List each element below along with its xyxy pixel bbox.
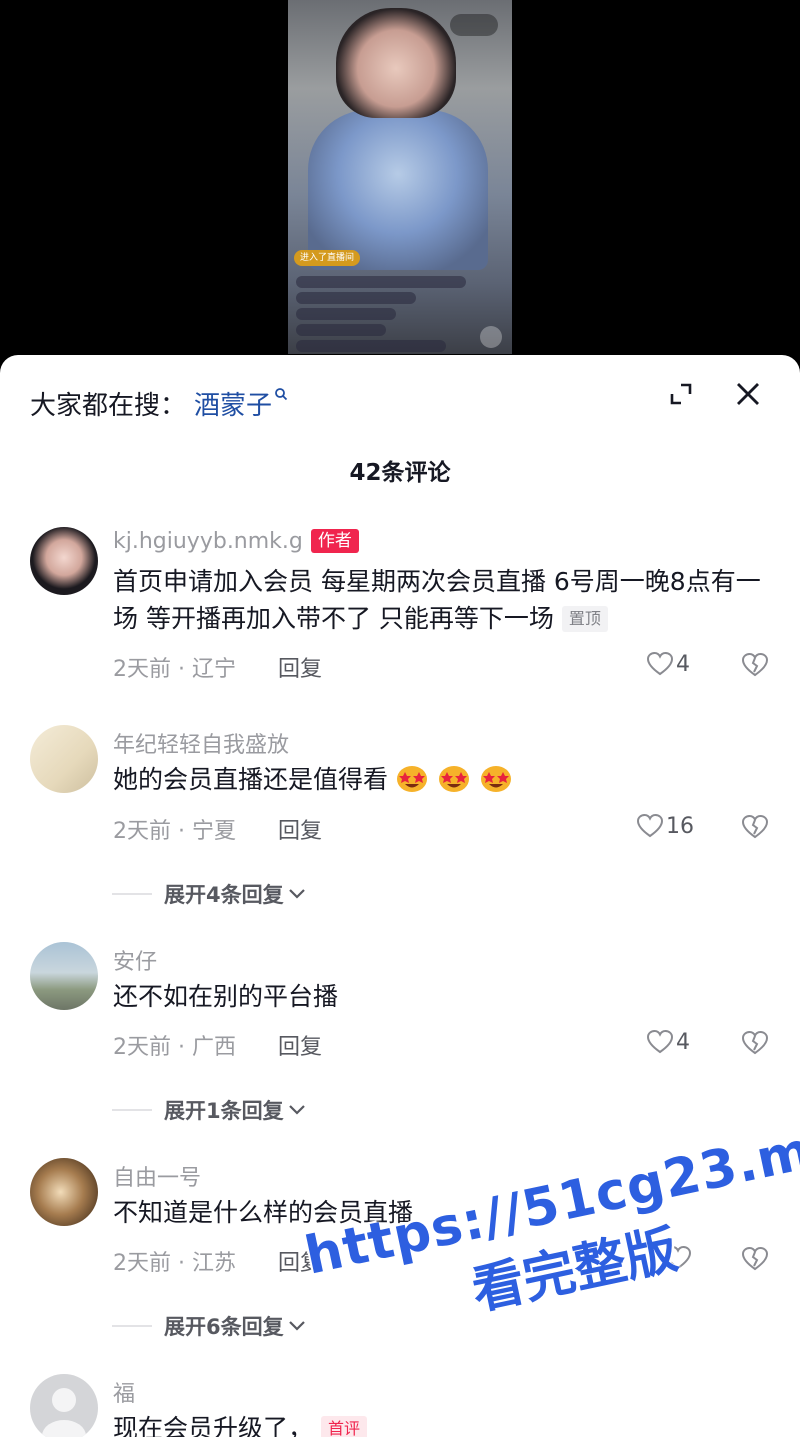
- gift-icon[interactable]: [480, 326, 502, 348]
- expand-icon[interactable]: [666, 379, 696, 409]
- comment-meta: 2天前 · 辽宁: [113, 657, 236, 682]
- star-struck-emoji: [481, 766, 512, 792]
- entered-room-chip: 进入了直播间: [294, 250, 361, 266]
- like-button[interactable]: 16: [636, 813, 694, 839]
- avatar[interactable]: [30, 942, 98, 1010]
- comment-username[interactable]: 自由一号: [113, 1160, 201, 1192]
- expand-replies-label: 展开6条回复: [164, 1315, 284, 1339]
- like-button[interactable]: 4: [646, 651, 690, 677]
- heart-icon: [646, 1029, 674, 1054]
- live-chat-line: [296, 324, 386, 336]
- avatar[interactable]: [30, 1158, 98, 1226]
- like-count: 4: [676, 1029, 690, 1055]
- expand-replies-button[interactable]: 展开1条回复: [112, 1095, 306, 1125]
- avatar[interactable]: [30, 1374, 98, 1437]
- comment-username[interactable]: 安仔: [113, 944, 157, 976]
- live-chat-line: [296, 276, 466, 288]
- star-struck-emoji: [397, 766, 428, 792]
- live-chat-line: [296, 308, 396, 320]
- comment-username[interactable]: 福: [113, 1376, 135, 1408]
- chevron-down-icon: [288, 889, 305, 899]
- expand-replies-label: 展开1条回复: [164, 1099, 284, 1123]
- divider: [112, 1109, 152, 1111]
- trending-search[interactable]: 大家都在搜： 酒蒙子: [30, 383, 288, 423]
- avatar[interactable]: [30, 725, 98, 793]
- trending-search-term[interactable]: 酒蒙子: [194, 385, 272, 422]
- comment-username[interactable]: kj.hgiuyyb.nmk.g 作者: [113, 529, 359, 554]
- reply-button[interactable]: 回复: [278, 813, 322, 845]
- comment-text: 还不如在别的平台播: [113, 978, 763, 1015]
- comment-meta: 2天前 · 宁夏: [113, 819, 236, 844]
- broken-heart-icon[interactable]: [741, 813, 769, 841]
- author-badge: 作者: [310, 529, 359, 553]
- default-avatar-icon: [42, 1388, 86, 1437]
- emoji-group: [388, 765, 514, 794]
- video-player[interactable]: 进入了直播间: [0, 0, 800, 372]
- live-chat-line: [296, 292, 416, 304]
- like-count: 4: [676, 651, 690, 677]
- like-count: 16: [666, 813, 694, 839]
- divider: [112, 893, 152, 895]
- reply-button[interactable]: 回复: [278, 651, 322, 683]
- live-chat-line: [296, 340, 446, 352]
- like-button[interactable]: 4: [646, 1029, 690, 1055]
- avatar[interactable]: [30, 527, 98, 595]
- comment-meta: 2天前 · 江苏: [113, 1251, 236, 1276]
- comment-body: 她的会员直播还是值得看: [113, 765, 389, 794]
- comment-text: 现在会员升级了， 首评: [113, 1410, 763, 1437]
- broken-heart-icon[interactable]: [741, 651, 769, 679]
- close-icon[interactable]: [733, 379, 763, 409]
- divider: [112, 1325, 152, 1327]
- viewer-badge: [450, 14, 498, 36]
- expand-replies-button[interactable]: 展开6条回复: [112, 1311, 306, 1341]
- comment-count: 42条评论: [349, 460, 451, 486]
- first-comment-badge: 首评: [321, 1416, 368, 1437]
- comment-username[interactable]: 年纪轻轻自我盛放: [113, 727, 289, 759]
- comment-body: 现在会员升级了，: [113, 1414, 314, 1437]
- broken-heart-icon[interactable]: [741, 1029, 769, 1057]
- comment-meta: 2天前 · 广西: [113, 1035, 236, 1060]
- comment-body: 首页申请加入会员 每星期两次会员直播 6号周一晚8点有一场 等开播再加入带不了 …: [113, 567, 761, 633]
- chevron-down-icon: [288, 1105, 305, 1115]
- comment-text: 她的会员直播还是值得看: [113, 761, 763, 798]
- pinned-badge: 置顶: [561, 606, 608, 632]
- expand-replies-label: 展开4条回复: [164, 883, 284, 907]
- comment-text: 首页申请加入会员 每星期两次会员直播 6号周一晚8点有一场 等开播再加入带不了 …: [113, 563, 763, 637]
- heart-icon: [636, 813, 664, 838]
- expand-replies-button[interactable]: 展开4条回复: [112, 879, 306, 909]
- streamer-figure: [308, 110, 488, 270]
- comment-body: 还不如在别的平台播: [113, 982, 339, 1011]
- chevron-down-icon: [288, 1321, 305, 1331]
- live-stream-frame[interactable]: 进入了直播间: [288, 0, 512, 354]
- username-text: kj.hgiuyyb.nmk.g: [113, 529, 303, 554]
- reply-button[interactable]: 回复: [278, 1029, 322, 1061]
- star-struck-emoji: [439, 766, 470, 792]
- heart-icon: [646, 651, 674, 676]
- trending-search-label: 大家都在搜：: [30, 390, 187, 421]
- streamer-face: [336, 8, 456, 118]
- search-icon: [274, 386, 288, 405]
